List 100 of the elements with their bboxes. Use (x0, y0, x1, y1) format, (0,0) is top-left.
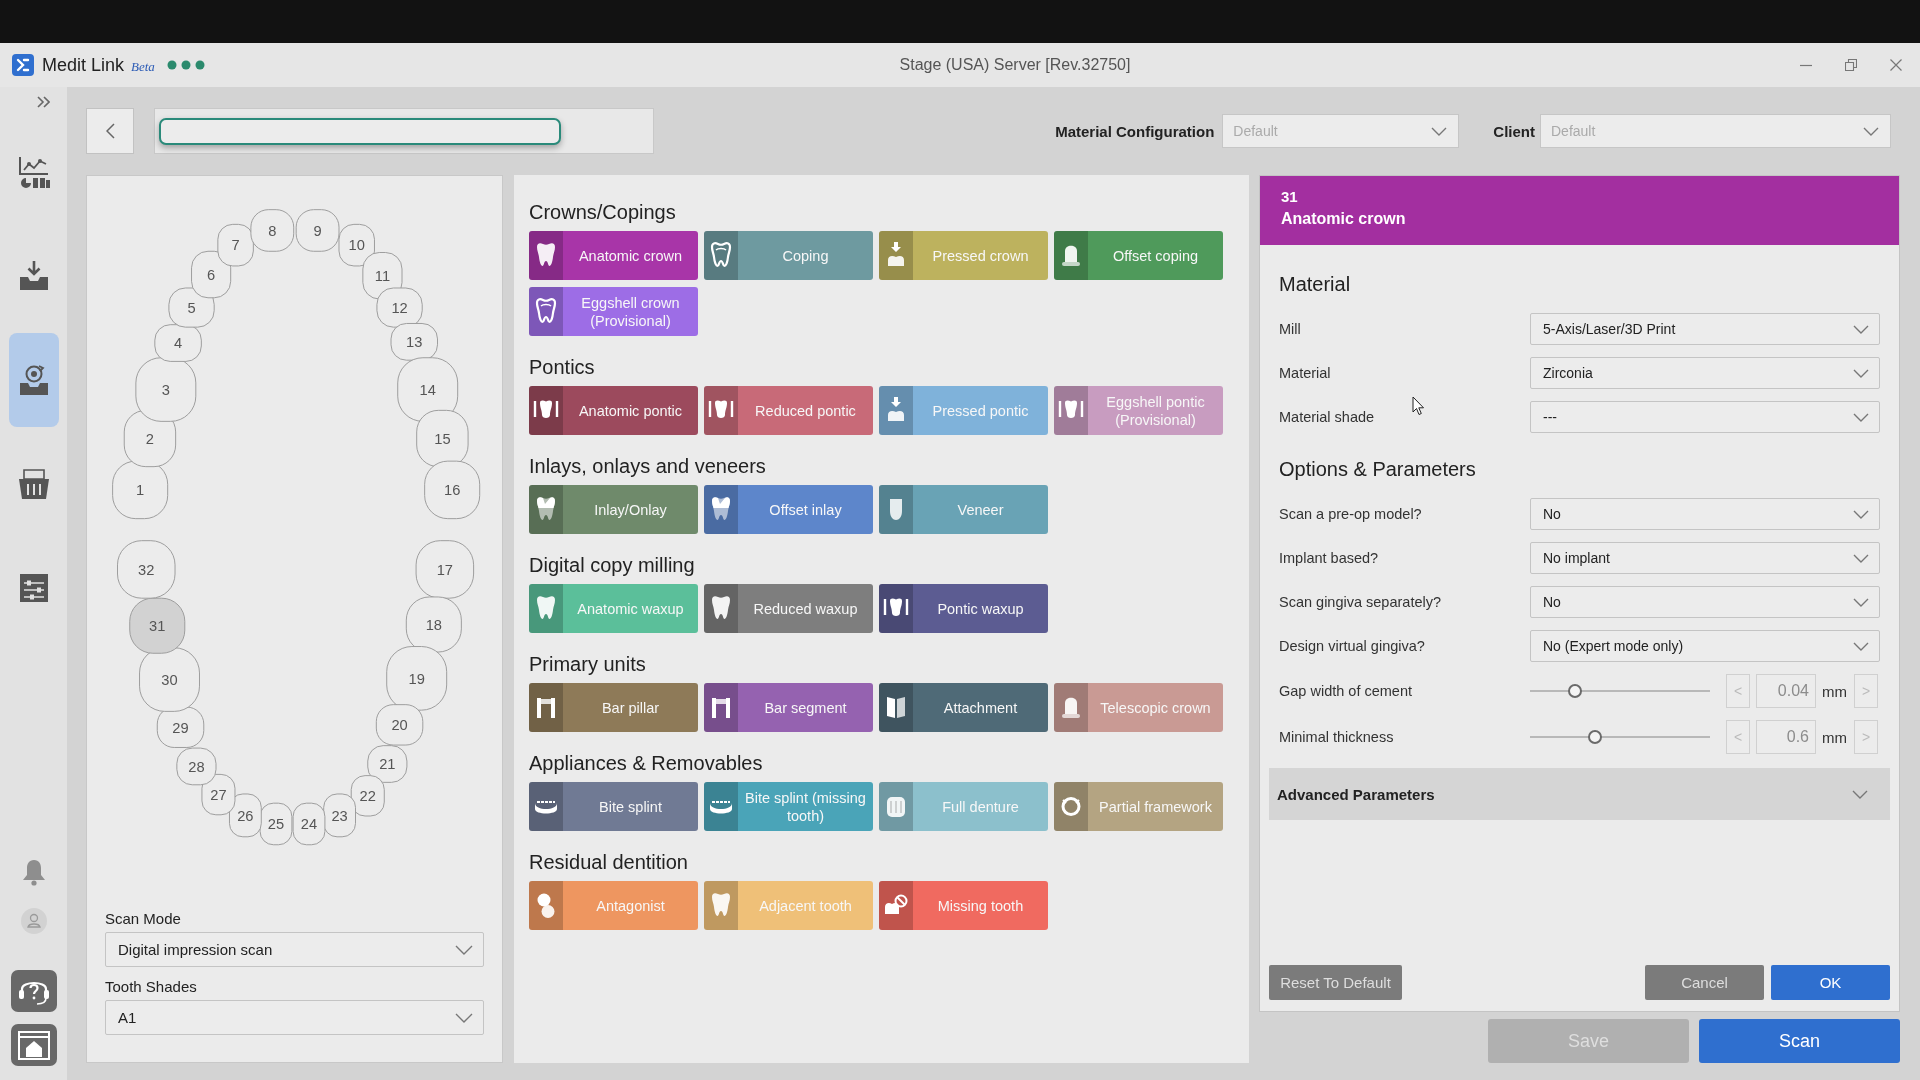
restoration-type-button[interactable]: Offset inlay (704, 485, 873, 534)
advanced-parameters-toggle[interactable]: Advanced Parameters (1269, 768, 1890, 820)
help-icon[interactable] (10, 970, 57, 1012)
restore-icon[interactable] (1845, 59, 1857, 71)
restoration-type-button[interactable]: Pontic waxup (879, 584, 1048, 633)
ring-icon (1054, 782, 1088, 831)
tooth-button[interactable]: 9 (295, 209, 340, 252)
dropdown[interactable]: No implant (1530, 542, 1880, 574)
tooth-button[interactable]: 18 (405, 596, 462, 653)
section-heading: Material (1279, 272, 1352, 297)
more-dots-icon[interactable] (166, 60, 205, 70)
field-label: Design virtual gingiva? (1279, 638, 1426, 654)
restoration-type-button[interactable]: Anatomic pontic (529, 386, 698, 435)
cancel-button[interactable]: Cancel (1645, 965, 1764, 1000)
chevron-down-icon (455, 944, 473, 955)
tooth-number: 31 (1281, 187, 1299, 207)
bell-icon[interactable] (20, 858, 47, 886)
section-heading: Residual dentition (529, 850, 689, 875)
field-label: Scan Mode (105, 910, 182, 927)
tooth-button[interactable]: 20 (375, 704, 424, 746)
inlay-tooth-icon (529, 485, 563, 534)
restoration-type-button[interactable]: Reduced pontic (704, 386, 873, 435)
sidebar-item[interactable] (8, 333, 59, 427)
dropdown[interactable]: No (1530, 586, 1880, 618)
tooth-button[interactable]: 16 (424, 460, 481, 520)
tooth-button[interactable]: 28 (176, 747, 217, 786)
dropdown[interactable]: Zirconia (1530, 357, 1880, 389)
cap-icon (1054, 683, 1088, 732)
scan-mode-dropdown[interactable]: Digital impression scan (105, 932, 484, 967)
field-label: Tooth Shades (105, 978, 198, 995)
field-label: Gap width of cement (1279, 683, 1413, 699)
tooth-button[interactable]: 17 (415, 540, 475, 599)
restoration-type-button[interactable]: Offset coping (1054, 231, 1223, 280)
section-heading: Appliances & Removables (529, 751, 764, 776)
dropdown[interactable]: No (1530, 498, 1880, 530)
restoration-type-button[interactable]: Bite splint (529, 782, 698, 831)
tooth-button[interactable]: 7 (217, 223, 254, 267)
dropdown[interactable]: 5-Axis/Laser/3D Print (1530, 313, 1880, 345)
chevron-left-icon (105, 123, 115, 139)
section-heading: Crowns/Copings (529, 200, 677, 225)
book-icon (879, 683, 913, 732)
app-name: Medit Link (42, 54, 125, 76)
tooth-button[interactable]: 26 (229, 793, 262, 838)
tooth-button[interactable]: 31 (129, 597, 186, 654)
tooth-button[interactable]: 29 (156, 706, 205, 748)
restoration-type-button[interactable]: Bar segment (704, 683, 873, 732)
tooth-button[interactable]: 3 (135, 357, 197, 422)
restoration-type-button[interactable]: Reduced waxup (704, 584, 873, 633)
tooth-button[interactable]: 19 (386, 646, 448, 711)
tooth-button[interactable]: 30 (139, 647, 200, 712)
tooth-shade-dropdown[interactable]: A1 (105, 1000, 484, 1035)
chevron-down-icon (1853, 509, 1869, 519)
confirm-button[interactable]: OK (1771, 965, 1890, 1000)
field-label: Minimal thickness (1279, 729, 1395, 745)
tooth-button[interactable]: 15 (416, 409, 469, 468)
denture-icon (879, 782, 913, 831)
tooth-button[interactable]: 24 (292, 802, 326, 846)
tooth-button[interactable]: 21 (367, 745, 408, 783)
expand-icon[interactable] (37, 96, 50, 108)
tooth-button[interactable]: 23 (323, 793, 356, 838)
search-field[interactable] (159, 117, 561, 145)
chevron-down-icon (1853, 597, 1869, 607)
restoration-type-button[interactable]: Bar pillar (529, 683, 698, 732)
section-heading: Options & Parameters (1279, 457, 1477, 482)
tooth-button[interactable]: 13 (390, 323, 438, 361)
tooth-button[interactable]: 14 (397, 357, 459, 422)
pontic-icon (529, 386, 563, 435)
basket-icon (16, 467, 51, 501)
material-configuration-dropdown[interactable]: Default (1222, 114, 1460, 148)
dropdown[interactable]: No (Expert mode only) (1530, 630, 1880, 662)
app-logo-icon (12, 54, 34, 76)
reset-button[interactable]: Reset To Default (1269, 965, 1402, 1000)
tooth-button[interactable]: 1 (112, 460, 169, 520)
window-title: Stage (USA) Server [Rev.32750] (898, 56, 1132, 74)
tooth-icon (529, 584, 563, 633)
pressed-tooth-icon (879, 386, 913, 435)
chevron-down-icon (1853, 324, 1869, 334)
tooth-button[interactable]: 32 (117, 540, 176, 599)
scan-button[interactable]: Scan (1699, 1019, 1900, 1063)
field-label: Client (1493, 122, 1535, 140)
restoration-type-button[interactable]: Eggshell crown (Provisional) (529, 287, 698, 336)
tooth-button[interactable]: 25 (259, 802, 293, 846)
restoration-type-button[interactable]: Anatomic crown (529, 231, 698, 280)
veneer-icon (879, 485, 913, 534)
restoration-title: Anatomic crown (1281, 209, 1407, 229)
missing-tooth-icon (879, 881, 913, 930)
field-label: Scan a pre-op model? (1279, 506, 1423, 522)
tooth-button[interactable]: 10 (338, 223, 375, 267)
section-heading: Primary units (529, 652, 647, 677)
close-icon[interactable] (1890, 59, 1902, 71)
restoration-type-button[interactable]: Attachment (879, 683, 1048, 732)
dropdown[interactable]: --- (1530, 401, 1880, 433)
tooth-button[interactable]: 12 (376, 287, 423, 328)
chevron-down-icon (455, 1012, 473, 1023)
tooth-button[interactable]: 4 (154, 324, 202, 362)
home-icon[interactable] (10, 1024, 57, 1066)
restoration-type-button[interactable]: Inlay/Onlay (529, 485, 698, 534)
tooth-button[interactable]: 8 (250, 209, 295, 252)
chevron-down-icon (1431, 127, 1448, 136)
client-dropdown[interactable]: Default (1540, 114, 1891, 148)
